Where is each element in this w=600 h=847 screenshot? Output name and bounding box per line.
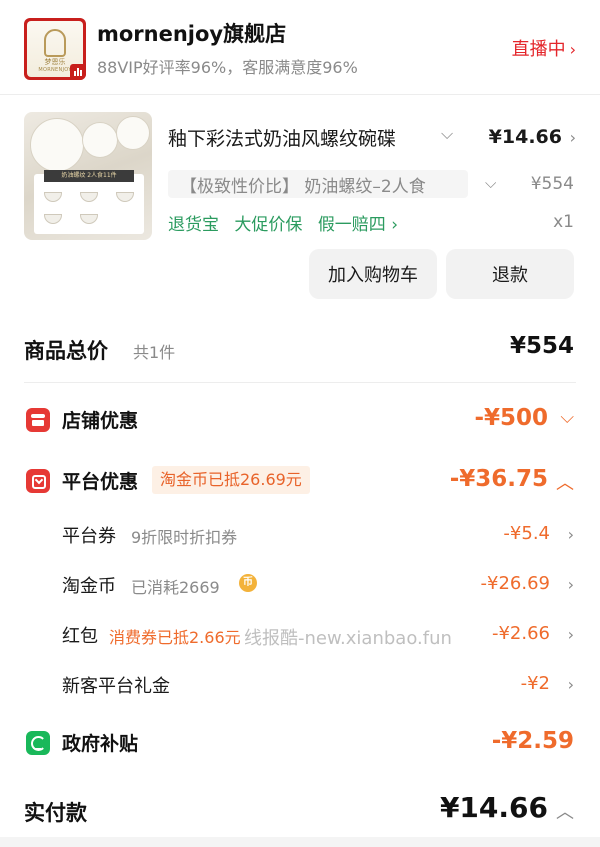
platform-item-label: 淘金币 (62, 576, 116, 597)
bottom-strip (0, 837, 600, 847)
platform-item-value[interactable]: -¥26.69 (481, 573, 550, 594)
store-header[interactable]: 梦恩乐 MORNENJOY mornenjoy旗舰店 88VIP好评率96%，客… (0, 0, 600, 94)
service-tag: 假一赔四 › (317, 215, 399, 235)
bowl-shape (116, 192, 134, 202)
gov-subsidy-label: 政府补贴 (62, 733, 139, 755)
original-price: ¥554 (530, 174, 574, 194)
product-title[interactable]: 釉下彩法式奶油风螺纹碗碟 (168, 124, 434, 151)
chevron-down-icon[interactable]: ⌵ (441, 124, 453, 144)
platform-item-value[interactable]: -¥2 (521, 673, 550, 694)
store-icon (26, 408, 50, 432)
chevron-right-icon[interactable]: › (568, 525, 574, 544)
pay-value[interactable]: ¥14.66 (440, 791, 548, 824)
bowl-shape (80, 192, 98, 202)
product-image-tag: 奶油螺纹 2人食11件 (44, 170, 134, 182)
total-value: ¥554 (509, 333, 574, 359)
chevron-right-icon[interactable]: › (570, 128, 576, 147)
total-label: 商品总价 (24, 339, 108, 363)
total-count: 共1件 (133, 343, 176, 362)
platform-coupon-icon (26, 469, 50, 493)
store-logo[interactable]: 梦恩乐 MORNENJOY (24, 18, 86, 80)
chevron-down-icon[interactable]: ⌵ (485, 174, 496, 192)
chevron-right-icon[interactable]: › (568, 575, 574, 594)
product-price: ¥14.66 (488, 126, 562, 148)
divider (24, 382, 576, 383)
store-discount-value[interactable]: -¥500 (474, 405, 548, 431)
product-image[interactable]: 奶油螺纹 2人食11件 (24, 112, 152, 240)
store-stats: 88VIP好评率96%，客服满意度96% (97, 58, 358, 77)
store-discount-label: 店铺优惠 (62, 410, 139, 432)
live-label: 直播中 (511, 39, 566, 60)
pay-label: 实付款 (24, 801, 87, 825)
live-link[interactable]: 直播中 › (512, 35, 576, 61)
gov-subsidy-value: -¥2.59 (491, 728, 574, 754)
divider (0, 94, 600, 95)
platform-discount-label: 平台优惠 (62, 471, 139, 493)
bowl-shape (30, 118, 84, 172)
platform-item-label: 红包 (62, 626, 98, 647)
platform-item-note: 9折限时折扣券 (131, 528, 238, 547)
bowl-shape (80, 214, 98, 224)
logo-crest-icon (44, 29, 66, 57)
platform-item-label: 平台券 (62, 526, 116, 547)
service-tag: 退货宝 (168, 215, 219, 235)
bowl-shape (82, 122, 118, 158)
coin-icon: 币 (239, 574, 257, 592)
government-subsidy-icon (26, 731, 50, 755)
platform-item-note: 消费券已抵2.66元 (109, 628, 241, 647)
live-bars-icon (70, 64, 86, 80)
chevron-right-icon[interactable]: › (568, 625, 574, 644)
store-name[interactable]: mornenjoy旗舰店 (97, 18, 286, 48)
add-to-cart-button[interactable]: 加入购物车 (309, 249, 437, 299)
chevron-up-icon[interactable]: ︿ (556, 798, 574, 824)
watermark: 线报酷-new.xianbao.fun (244, 628, 452, 649)
product-spec[interactable]: 【极致性价比】 奶油螺纹–2人食 (180, 172, 470, 197)
platform-discount-value[interactable]: -¥36.75 (450, 466, 548, 492)
chevron-down-icon[interactable]: ⌵ (560, 407, 574, 428)
chevron-right-icon[interactable]: › (568, 675, 574, 694)
platform-badge: 淘金币已抵26.69元 (152, 466, 310, 494)
service-tag: 大促价保 (234, 215, 303, 235)
product-quantity: x1 (553, 212, 574, 232)
chevron-up-icon[interactable]: ︿ (556, 469, 574, 495)
platform-item-value[interactable]: -¥5.4 (503, 523, 550, 544)
platform-item-value[interactable]: -¥2.66 (492, 623, 550, 644)
service-tags[interactable]: 退货宝 大促价保 假一赔四 › (168, 210, 408, 235)
bowl-shape (116, 116, 150, 150)
refund-button[interactable]: 退款 (446, 249, 574, 299)
chevron-right-icon: › (569, 40, 576, 59)
bowl-shape (44, 214, 62, 224)
platform-item-label: 新客平台礼金 (62, 676, 170, 697)
platform-item-note: 已消耗2669 (131, 578, 220, 597)
product-image-card (34, 174, 144, 234)
bowl-shape (44, 192, 62, 202)
